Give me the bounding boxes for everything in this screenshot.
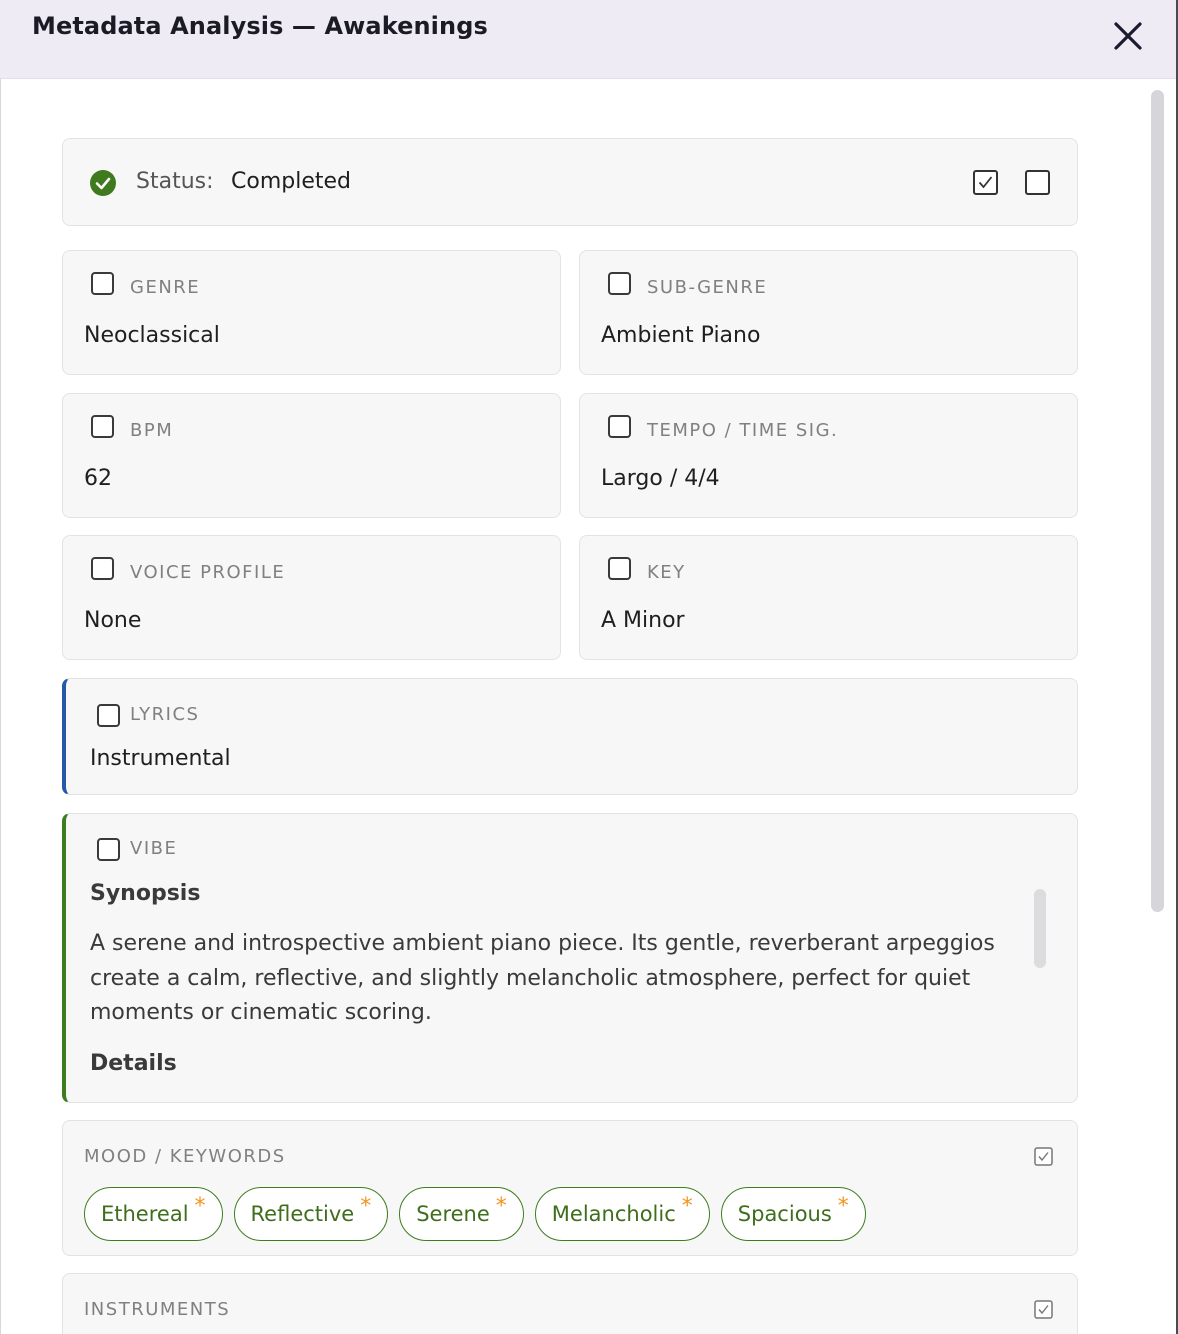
- checked-checkbox-icon[interactable]: [973, 170, 998, 195]
- instruments-card: INSTRUMENTS: [62, 1273, 1078, 1334]
- genre-value: Neoclassical: [84, 323, 220, 348]
- star-icon: *: [194, 1193, 206, 1219]
- tempo-label: TEMPO / TIME SIG.: [647, 420, 839, 441]
- bpm-value: 62: [84, 466, 112, 491]
- empty-checkbox-icon[interactable]: [1025, 170, 1050, 195]
- key-value: A Minor: [601, 608, 685, 633]
- keyword-tag[interactable]: Reflective *: [233, 1187, 389, 1241]
- close-button[interactable]: [1108, 16, 1148, 56]
- synopsis-heading: Synopsis: [90, 881, 201, 906]
- voice-profile-label: VOICE PROFILE: [130, 562, 286, 583]
- checked-checkbox-icon[interactable]: [1034, 1300, 1053, 1319]
- star-icon: *: [681, 1193, 693, 1219]
- keyword-tag[interactable]: Melancholic *: [534, 1187, 710, 1241]
- tempo-value: Largo / 4/4: [601, 466, 720, 491]
- modal-title: Metadata Analysis — Awakenings: [32, 12, 488, 40]
- vibe-label: VIBE: [130, 838, 178, 859]
- bpm-label: BPM: [130, 420, 174, 441]
- details-heading: Details: [90, 1051, 177, 1076]
- status-value: Completed: [231, 169, 351, 194]
- keyword-tag-text: Spacious: [737, 1202, 832, 1226]
- lyrics-card: LYRICS Instrumental: [62, 678, 1078, 795]
- modal-header: Metadata Analysis — Awakenings: [0, 0, 1176, 79]
- checked-checkbox-icon[interactable]: [1034, 1147, 1053, 1166]
- close-icon: [1114, 22, 1142, 50]
- keyword-tag[interactable]: Ethereal *: [84, 1187, 223, 1241]
- lyrics-checkbox[interactable]: [97, 704, 120, 727]
- voice-profile-card: VOICE PROFILE None: [62, 535, 561, 660]
- sub-genre-value: Ambient Piano: [601, 323, 761, 348]
- voice-profile-value: None: [84, 608, 142, 633]
- lyrics-label: LYRICS: [130, 704, 200, 725]
- tempo-checkbox[interactable]: [608, 415, 631, 438]
- genre-label: GENRE: [130, 277, 201, 298]
- instruments-label: INSTRUMENTS: [84, 1299, 231, 1320]
- status-label: Status:: [136, 169, 214, 194]
- keyword-tag-text: Serene: [416, 1202, 490, 1226]
- key-label: KEY: [647, 562, 686, 583]
- bpm-checkbox[interactable]: [91, 415, 114, 438]
- keyword-tag-text: Melancholic: [551, 1202, 676, 1226]
- keyword-tag[interactable]: Spacious *: [720, 1187, 866, 1241]
- mood-keywords-label: MOOD / KEYWORDS: [84, 1146, 286, 1167]
- keyword-tag-text: Ethereal: [101, 1202, 189, 1226]
- key-card: KEY A Minor: [579, 535, 1078, 660]
- modal-scrollbar[interactable]: [1151, 90, 1164, 912]
- keyword-tag-list: Ethereal * Reflective * Serene * Melanch…: [84, 1187, 866, 1241]
- check-circle-icon: [90, 170, 116, 196]
- vibe-checkbox[interactable]: [97, 838, 120, 861]
- key-checkbox[interactable]: [608, 557, 631, 580]
- status-card: Status: Completed: [62, 138, 1078, 226]
- tempo-card: TEMPO / TIME SIG. Largo / 4/4: [579, 393, 1078, 518]
- bpm-card: BPM 62: [62, 393, 561, 518]
- star-icon: *: [360, 1193, 372, 1219]
- vibe-card: VIBE Synopsis A serene and introspective…: [62, 813, 1078, 1103]
- star-icon: *: [495, 1193, 507, 1219]
- synopsis-text: A serene and introspective ambient piano…: [90, 931, 995, 1025]
- sub-genre-label: SUB-GENRE: [647, 277, 768, 298]
- genre-checkbox[interactable]: [91, 272, 114, 295]
- vibe-scrollbar[interactable]: [1034, 889, 1046, 968]
- sub-genre-checkbox[interactable]: [608, 272, 631, 295]
- mood-keywords-card: MOOD / KEYWORDS Ethereal * Reflective * …: [62, 1120, 1078, 1256]
- lyrics-value: Instrumental: [90, 746, 231, 771]
- keyword-tag[interactable]: Serene *: [399, 1187, 524, 1241]
- keyword-tag-text: Reflective: [250, 1202, 355, 1226]
- genre-card: GENRE Neoclassical: [62, 250, 561, 375]
- sub-genre-card: SUB-GENRE Ambient Piano: [579, 250, 1078, 375]
- modal-left-border: [0, 79, 1, 1334]
- star-icon: *: [837, 1193, 849, 1219]
- voice-profile-checkbox[interactable]: [91, 557, 114, 580]
